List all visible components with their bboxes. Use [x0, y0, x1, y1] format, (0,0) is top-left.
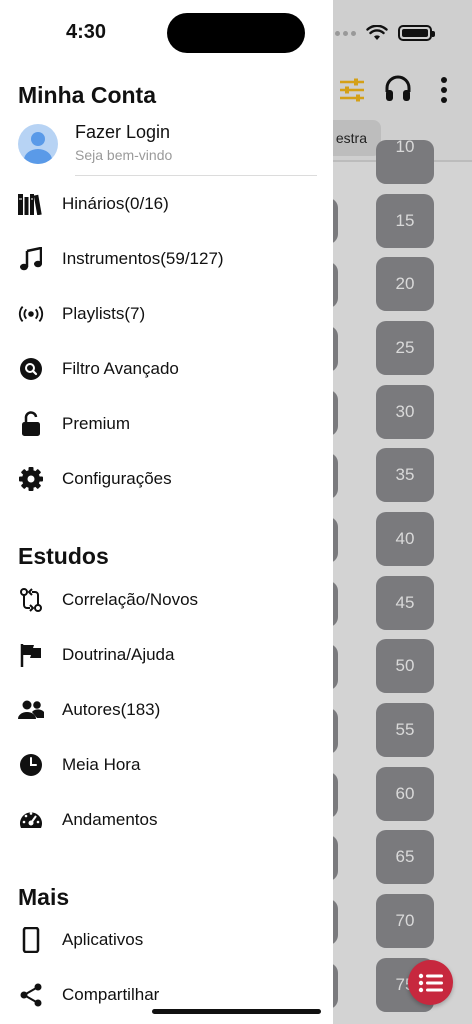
menu-item-filtro-avancado[interactable]: Filtro Avançado [18, 349, 318, 389]
login-subtitle: Seja bem-vindo [75, 147, 173, 163]
menu-item-premium[interactable]: Premium [18, 404, 318, 444]
menu-item-correlacao[interactable]: Correlação/Novos [18, 580, 318, 620]
number-button[interactable]: 25 [376, 321, 434, 375]
number-label: 25 [395, 338, 415, 357]
menu-item-configuracoes[interactable]: Configurações [18, 459, 318, 499]
status-time: 4:30 [66, 21, 107, 43]
menu-item-label: Hinários(0/16) [62, 194, 169, 213]
number-button[interactable]: 60 [376, 767, 434, 821]
tab-label: estra [335, 130, 367, 146]
menu-item-label: Aplicativos [62, 930, 144, 949]
wifi-icon [366, 25, 388, 40]
navigation-drawer: 4:30 Minha Conta Fazer Login Seja bem-vi… [0, 0, 333, 1024]
number-label: 10 [395, 137, 415, 156]
divider [75, 175, 317, 176]
number-label: 65 [395, 847, 415, 866]
people-icon [18, 697, 44, 723]
music-note-icon [18, 246, 44, 272]
number-button[interactable]: 35 [376, 448, 434, 502]
menu-item-label: Compartilhar [62, 985, 160, 1004]
menu-item-label: Configurações [62, 469, 172, 488]
number-label: 20 [395, 274, 415, 293]
list-fab-button[interactable] [408, 960, 453, 1005]
cellular-signal-icon [335, 30, 356, 36]
number-button[interactable]: 30 [376, 385, 434, 439]
number-label: 35 [395, 465, 415, 484]
number-button[interactable]: 40 [376, 512, 434, 566]
flag-icon [18, 642, 44, 668]
number-label: 30 [395, 402, 415, 421]
more-vertical-icon[interactable] [440, 76, 448, 104]
gear-icon [18, 466, 44, 492]
headphones-icon[interactable] [383, 74, 413, 104]
menu-item-label: Andamentos [62, 810, 158, 829]
menu-item-autores[interactable]: Autores(183) [18, 690, 318, 730]
number-button[interactable]: 70 [376, 894, 434, 948]
number-button[interactable]: 65 [376, 830, 434, 884]
books-icon [18, 191, 44, 217]
speedometer-icon [18, 807, 44, 833]
dynamic-island [167, 13, 305, 53]
broadcast-icon [18, 301, 44, 327]
menu-item-label: Autores(183) [62, 700, 161, 719]
phone-icon [18, 927, 44, 953]
menu-item-label: Doutrina/Ajuda [62, 645, 175, 664]
number-label: 40 [395, 529, 415, 548]
unlock-icon [18, 411, 44, 437]
clock-icon [18, 752, 44, 778]
login-item[interactable]: Fazer Login Seja bem-vindo [18, 122, 318, 176]
menu-item-label: Playlists(7) [62, 304, 146, 323]
menu-item-hinarios[interactable]: Hinários(0/16) [18, 184, 318, 224]
menu-item-doutrina[interactable]: Doutrina/Ajuda [18, 635, 318, 675]
status-indicators [335, 22, 467, 44]
menu-item-playlists[interactable]: Playlists(7) [18, 294, 318, 334]
number-label: 70 [395, 911, 415, 930]
number-label: 15 [395, 211, 415, 230]
avatar [18, 124, 58, 164]
number-label: 50 [395, 656, 415, 675]
battery-icon [398, 25, 435, 41]
number-label: 55 [395, 720, 415, 739]
number-button[interactable]: 20 [376, 257, 434, 311]
login-label: Fazer Login [75, 122, 171, 142]
number-button[interactable]: 50 [376, 639, 434, 693]
list-icon [418, 973, 443, 992]
search-icon [18, 356, 44, 382]
menu-item-label: Correlação/Novos [62, 590, 199, 609]
number-button[interactable]: 10 [376, 137, 434, 184]
equalizer-icon[interactable] [338, 77, 366, 103]
number-button[interactable]: 45 [376, 576, 434, 630]
menu-item-label: Premium [62, 414, 131, 433]
section-title-account: Minha Conta [18, 82, 156, 108]
menu-item-instrumentos[interactable]: Instrumentos(59/127) [18, 239, 318, 279]
number-label: 60 [395, 784, 415, 803]
menu-item-label: Filtro Avançado [62, 359, 179, 378]
menu-item-label: Meia Hora [62, 755, 141, 774]
menu-item-label: Instrumentos(59/127) [62, 249, 224, 268]
menu-item-meia-hora[interactable]: Meia Hora [18, 745, 318, 785]
number-button[interactable]: 15 [376, 194, 434, 248]
section-title-more: Mais [18, 884, 70, 910]
menu-item-andamentos[interactable]: Andamentos [18, 800, 318, 840]
home-indicator[interactable] [152, 1009, 321, 1014]
number-label: 45 [395, 593, 415, 612]
menu-item-aplicativos[interactable]: Aplicativos [18, 920, 318, 960]
section-title-studies: Estudos [18, 543, 109, 569]
compare-arrows-icon [18, 587, 44, 613]
share-icon [18, 982, 44, 1008]
number-button[interactable]: 55 [376, 703, 434, 757]
